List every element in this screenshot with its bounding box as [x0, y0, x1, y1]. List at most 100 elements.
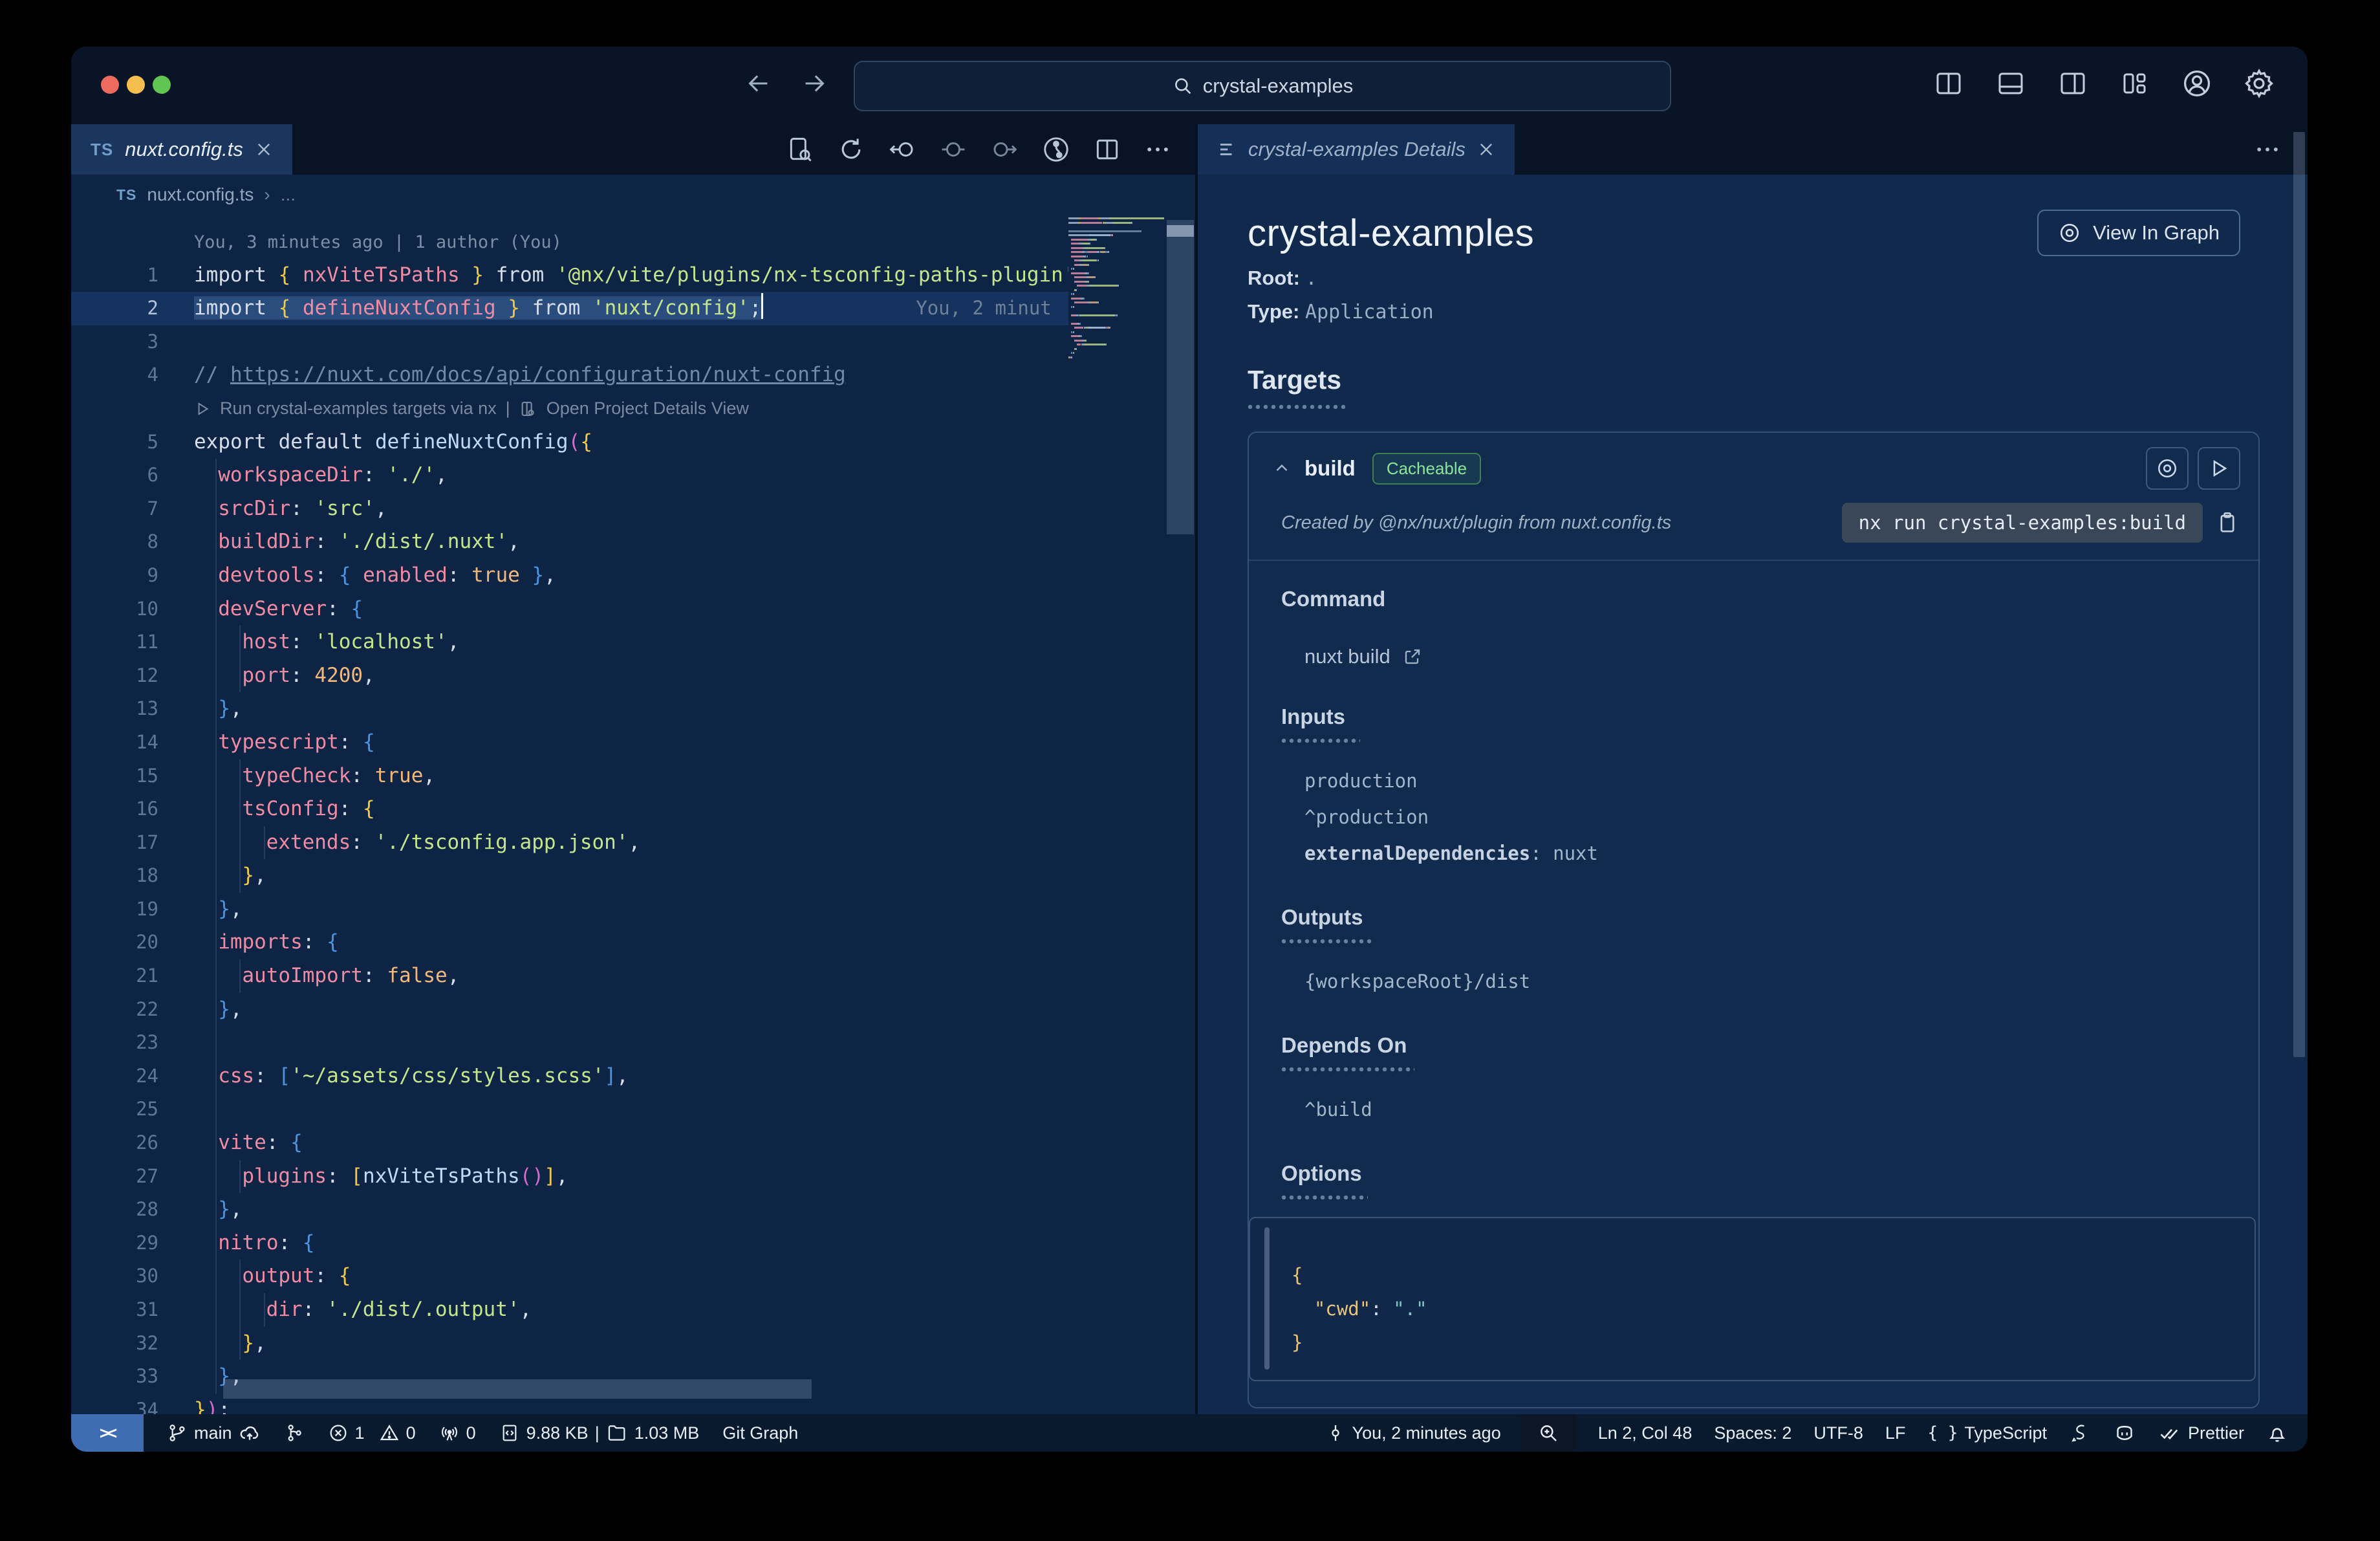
close-window-button[interactable]: [101, 76, 119, 94]
breadcrumb-file[interactable]: nuxt.config.ts: [147, 184, 254, 205]
code-row[interactable]: 24 css: ['~/assets/css/styles.scss'],: [71, 1059, 1068, 1093]
code-row[interactable]: 25: [71, 1093, 1068, 1127]
code-row[interactable]: 18},: [71, 859, 1068, 893]
target-name[interactable]: build: [1304, 456, 1356, 481]
line-content: port: 4200,: [242, 663, 375, 687]
code-row[interactable]: 32},: [71, 1326, 1068, 1361]
navigate-forward-icon[interactable]: [799, 69, 829, 98]
options-scrollbar[interactable]: [1264, 1227, 1270, 1370]
git-branch-item[interactable]: main: [167, 1422, 261, 1444]
codelens-row[interactable]: Run crystal-examples targets via nx | Open…: [71, 392, 1068, 426]
code-row[interactable]: 7 srcDir: 'src',: [71, 492, 1068, 526]
run-target-button[interactable]: [2198, 447, 2240, 490]
code-row[interactable]: 28},: [71, 1193, 1068, 1227]
command-center-search[interactable]: crystal-examples: [854, 61, 1671, 111]
code-row[interactable]: 16 tsConfig: {: [71, 792, 1068, 826]
codelens[interactable]: Run crystal-examples targets via nx | Open…: [194, 392, 749, 426]
options-json-editor[interactable]: { "cwd": "." }: [1249, 1217, 2256, 1381]
vertical-scrollbar[interactable]: [1165, 215, 1195, 1414]
code-row[interactable]: 31 dir: './dist/.output',: [71, 1293, 1068, 1327]
code-row[interactable]: 12 port: 4200,: [71, 659, 1068, 693]
ports-item[interactable]: 0: [439, 1423, 476, 1443]
settings-gear-icon[interactable]: [2238, 62, 2280, 105]
code-row[interactable]: 29 nitro: {: [71, 1226, 1068, 1260]
tab-nuxt-config[interactable]: TS nuxt.config.ts: [71, 124, 292, 175]
collapse-chevron-icon[interactable]: [1272, 459, 1292, 478]
code-row[interactable]: 10 devServer: {: [71, 592, 1068, 626]
cursor-position-item[interactable]: Ln 2, Col 48: [1598, 1423, 1693, 1443]
blame-row[interactable]: You, 3 minutes ago | 1 author (You): [71, 225, 1068, 259]
breadcrumb-more[interactable]: ...: [281, 184, 296, 205]
code-row[interactable]: 19},: [71, 892, 1068, 926]
panel-scrollbar[interactable]: [2293, 132, 2305, 1057]
commit-graph-icon[interactable]: [1041, 135, 1071, 164]
zoom-status-segment[interactable]: [1520, 1414, 1576, 1452]
remote-indicator[interactable]: ><: [71, 1414, 144, 1452]
account-icon[interactable]: [2176, 62, 2218, 105]
git-graph-button[interactable]: Git Graph: [722, 1423, 798, 1443]
maximize-window-button[interactable]: [153, 76, 171, 94]
code-row[interactable]: 5 export default defineNuxtConfig({: [71, 426, 1068, 459]
language-item[interactable]: { } TypeScript: [1927, 1423, 2047, 1443]
code-row[interactable]: 21 autoImport: false,: [71, 959, 1068, 993]
code-row[interactable]: 20 imports: {: [71, 926, 1068, 960]
code-row[interactable]: 8 buildDir: './dist/.nuxt',: [71, 525, 1068, 559]
close-tab-icon[interactable]: [255, 140, 273, 158]
tab-project-details[interactable]: crystal-examples Details: [1198, 124, 1515, 175]
indentation-item[interactable]: Spaces: 2: [1714, 1423, 1791, 1443]
code-row[interactable]: 14 typescript: {: [71, 725, 1068, 760]
code-row[interactable]: 3: [71, 325, 1068, 359]
toggle-primary-sidebar-icon[interactable]: [1927, 62, 1970, 105]
previous-change-icon[interactable]: [887, 135, 917, 164]
external-link-icon[interactable]: [1402, 646, 1423, 667]
code-row[interactable]: 17 extends: './tsconfig.app.json',: [71, 825, 1068, 860]
publish-cloud-icon[interactable]: [239, 1422, 261, 1444]
current-change-icon[interactable]: [939, 135, 968, 164]
toggle-secondary-sidebar-icon[interactable]: [2051, 62, 2094, 105]
view-in-graph-button[interactable]: View In Graph: [2037, 210, 2240, 256]
toggle-panel-icon[interactable]: [1989, 62, 2032, 105]
git-graph-status-icon[interactable]: [284, 1423, 305, 1443]
code-row[interactable]: 13},: [71, 692, 1068, 726]
notifications-bell-icon[interactable]: [2266, 1422, 2288, 1444]
navigate-back-icon[interactable]: [744, 69, 774, 98]
breadcrumb[interactable]: TS nuxt.config.ts › ...: [71, 175, 1195, 215]
split-editor-icon[interactable]: [1093, 135, 1121, 164]
file-size-item[interactable]: 9.88 KB | 1.03 MB: [499, 1422, 699, 1444]
copy-command-icon[interactable]: [2214, 510, 2240, 536]
eslint-icon[interactable]: [2069, 1422, 2091, 1444]
customize-layout-icon[interactable]: [2114, 62, 2156, 105]
code-row[interactable]: 9 devtools: { enabled: true },: [71, 558, 1068, 593]
next-change-icon[interactable]: [990, 135, 1019, 164]
encoding-item[interactable]: UTF-8: [1813, 1423, 1863, 1443]
eol-item[interactable]: LF: [1885, 1423, 1906, 1443]
code-row[interactable]: 27 plugins: [nxViteTsPaths()],: [71, 1159, 1068, 1194]
code-row[interactable]: 4 // https://nuxt.com/docs/api/configurat…: [71, 358, 1068, 392]
blame-status-item[interactable]: You, 2 minutes ago: [1325, 1423, 1501, 1443]
view-target-in-graph-button[interactable]: [2146, 447, 2189, 490]
copilot-icon[interactable]: [2113, 1421, 2136, 1445]
code-editor[interactable]: You, 3 minutes ago | 1 author (You) 1 impo…: [71, 215, 1195, 1414]
command-value-row[interactable]: nuxt build: [1249, 645, 2258, 668]
code-row[interactable]: 6 workspaceDir: './',: [71, 459, 1068, 492]
run-command-chip[interactable]: nx run crystal-examples:build: [1841, 503, 2203, 543]
code-row[interactable]: 1 import { nxViteTsPaths } from '@nx/vite…: [71, 259, 1068, 292]
scrollbar-thumb[interactable]: [1167, 220, 1194, 534]
code-row[interactable]: 22},: [71, 992, 1068, 1027]
prettier-item[interactable]: Prettier: [2158, 1421, 2244, 1445]
problems-item[interactable]: 1 0: [328, 1423, 416, 1443]
close-tab-icon[interactable]: [1477, 140, 1495, 158]
refresh-icon[interactable]: [837, 135, 865, 164]
horizontal-scrollbar[interactable]: [223, 1379, 812, 1399]
more-actions-icon[interactable]: [2253, 124, 2282, 175]
code-row[interactable]: 23: [71, 1026, 1068, 1060]
minimize-window-button[interactable]: [127, 76, 145, 94]
code-row[interactable]: 15 typeCheck: true,: [71, 759, 1068, 793]
more-actions-icon[interactable]: [1143, 135, 1172, 164]
code-row[interactable]: 26 vite: {: [71, 1126, 1068, 1160]
code-row[interactable]: 30 output: {: [71, 1260, 1068, 1293]
minimap[interactable]: [1068, 217, 1164, 411]
open-changes-icon[interactable]: [786, 135, 815, 164]
code-row[interactable]: 2 import { defineNuxtConfig } from 'nuxt/…: [71, 292, 1068, 325]
code-row[interactable]: 11 host: 'localhost',: [71, 626, 1068, 659]
